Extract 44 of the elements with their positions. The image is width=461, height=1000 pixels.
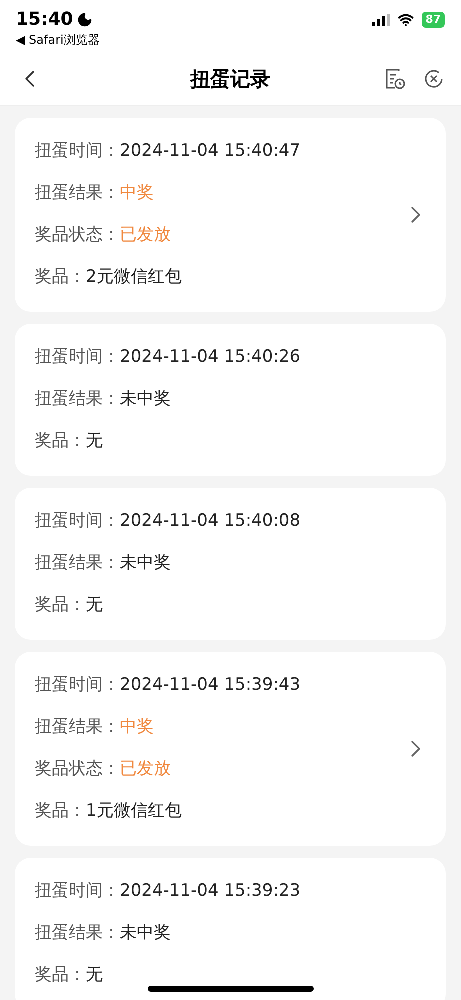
field-value: 未中奖	[120, 388, 171, 412]
field-label: 扭蛋时间：	[35, 140, 120, 164]
field-value: 未中奖	[120, 552, 171, 576]
signal-icon	[372, 14, 390, 26]
battery-indicator: 87	[422, 12, 445, 28]
wifi-icon	[398, 12, 414, 28]
field-label: 扭蛋时间：	[35, 674, 120, 698]
field-label: 扭蛋时间：	[35, 510, 120, 534]
field-label: 扭蛋时间：	[35, 346, 120, 370]
field-value: 无	[86, 594, 103, 618]
close-icon[interactable]	[423, 68, 445, 90]
field-value: 2024-11-04 15:40:26	[120, 346, 301, 370]
field-label: 扭蛋结果：	[35, 182, 120, 206]
moon-icon	[77, 12, 94, 28]
field-label: 奖品：	[35, 266, 86, 290]
page-title: 扭蛋记录	[190, 66, 270, 92]
record-card[interactable]: 扭蛋时间：2024-11-04 15:40:47 扭蛋结果：中奖 奖品状态：已发放 奖品：2元微信红包	[15, 118, 446, 312]
field-value: 1元微信红包	[86, 800, 182, 824]
field-value: 2024-11-04 15:39:23	[120, 880, 301, 904]
field-label: 奖品：	[35, 594, 86, 618]
field-value: 中奖	[120, 716, 154, 740]
field-value: 已发放	[120, 224, 171, 248]
field-value: 无	[86, 430, 103, 454]
field-label: 扭蛋结果：	[35, 388, 120, 412]
field-value: 2024-11-04 15:40:47	[120, 140, 301, 164]
field-value: 无	[86, 964, 103, 988]
field-label: 扭蛋时间：	[35, 880, 120, 904]
field-value: 已发放	[120, 758, 171, 782]
field-label: 奖品状态：	[35, 224, 120, 248]
field-value: 2024-11-04 15:40:08	[120, 510, 301, 534]
back-to-app-link[interactable]: ◀ Safari浏览器	[16, 32, 100, 48]
field-label: 奖品状态：	[35, 758, 120, 782]
field-value: 2024-11-04 15:39:43	[120, 674, 301, 698]
record-card[interactable]: 扭蛋时间：2024-11-04 15:39:43 扭蛋结果：中奖 奖品状态：已发放 奖品：1元微信红包	[15, 652, 446, 846]
field-label: 扭蛋结果：	[35, 552, 120, 576]
field-label: 奖品：	[35, 964, 86, 988]
field-value: 中奖	[120, 182, 154, 206]
field-label: 扭蛋结果：	[35, 922, 120, 946]
field-value: 未中奖	[120, 922, 171, 946]
field-label: 奖品：	[35, 430, 86, 454]
field-value: 2元微信红包	[86, 266, 182, 290]
status-time: 15:40	[16, 8, 74, 32]
field-label: 奖品：	[35, 800, 86, 824]
field-label: 扭蛋结果：	[35, 716, 120, 740]
